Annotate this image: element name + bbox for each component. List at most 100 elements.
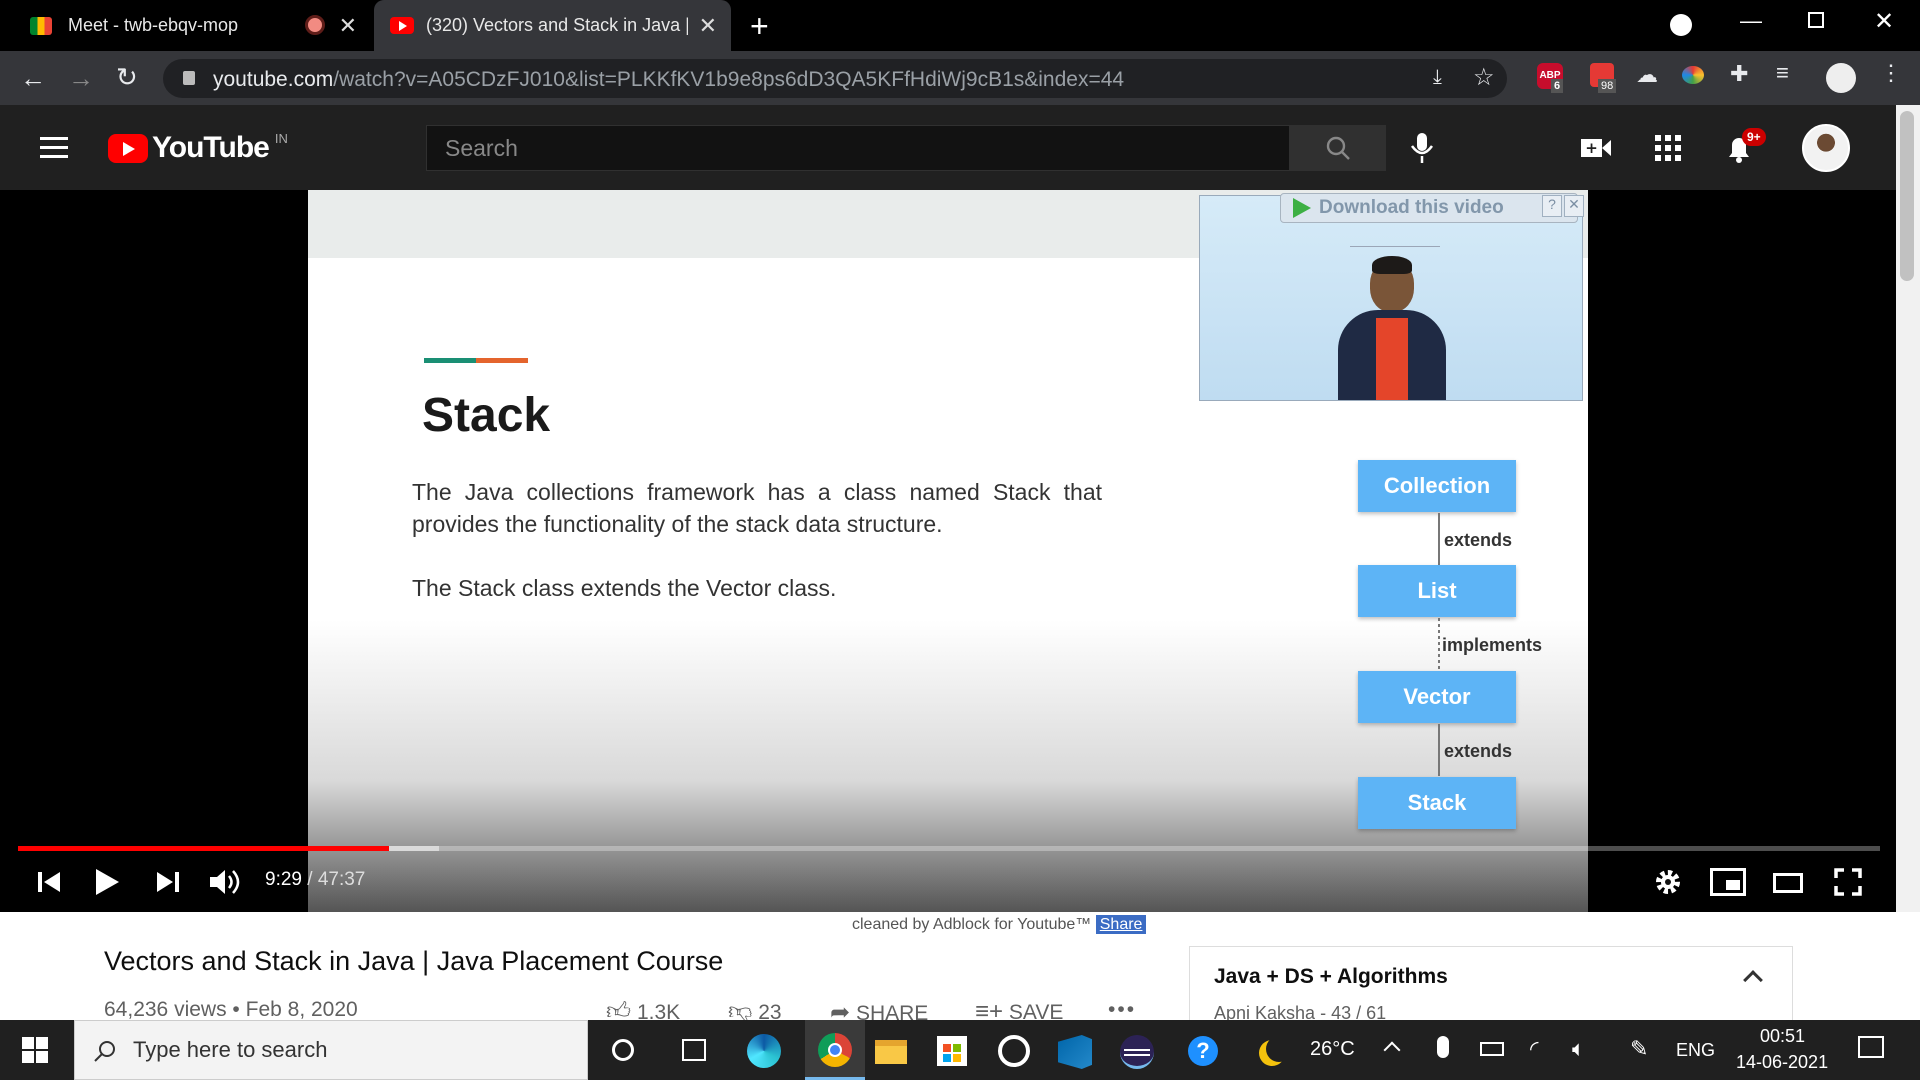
video-title: Vectors and Stack in Java | Java Placeme… (104, 946, 724, 976)
microphone-icon[interactable] (1409, 131, 1435, 165)
forward-icon[interactable]: → (68, 63, 94, 94)
uml-box-list: List (1358, 565, 1516, 617)
video-player[interactable]: Stack The Java collections framework has… (0, 190, 1920, 912)
fullscreen-icon[interactable] (1834, 868, 1862, 896)
share-adblock-button[interactable]: Share (1095, 915, 1147, 934)
notification-center-icon[interactable] (1858, 1036, 1884, 1058)
slide-paragraph-1: The Java collections framework has a cla… (412, 479, 1102, 537)
adblock-plus-icon[interactable]: ABP 6 (1537, 63, 1564, 93)
windows-start-icon[interactable] (22, 1037, 48, 1063)
microsoft-store-icon[interactable] (937, 1036, 967, 1066)
address-bar[interactable]: youtube.com/watch?v=A05CDzFJ010&list=PLK… (163, 59, 1507, 98)
miniplayer-icon[interactable] (1710, 868, 1746, 896)
page-scrollbar[interactable] (1896, 105, 1920, 1020)
search-button[interactable] (1290, 125, 1386, 171)
color-extension-icon[interactable] (1682, 66, 1704, 84)
next-video-icon[interactable] (157, 870, 179, 894)
lock-icon (183, 71, 195, 85)
cortana-icon[interactable] (612, 1039, 634, 1061)
battery-icon[interactable] (1480, 1042, 1504, 1056)
install-app-icon[interactable]: ⤓ (1433, 66, 1442, 89)
clock-date[interactable]: 14-06-2021 (1736, 1052, 1828, 1073)
speaker-icon[interactable]: 🔈︎ (1572, 1036, 1585, 1062)
play-triangle-icon (1293, 198, 1311, 218)
collapse-chevron-icon[interactable] (1743, 970, 1763, 990)
close-window-button[interactable]: ✕ (1874, 7, 1894, 36)
settings-gear-icon[interactable] (1654, 868, 1682, 896)
logo-text: YouTube (152, 131, 270, 164)
tab-youtube[interactable]: (320) Vectors and Stack in Java | J ✕ (374, 0, 731, 51)
notifications-bell-icon[interactable]: 9+ (1724, 128, 1766, 167)
tab-meet[interactable]: Meet - twb-ebqv-mop ✕ (14, 0, 371, 51)
download-help-icon[interactable]: ? (1542, 195, 1562, 217)
windows-taskbar: ? 26°C ◜ 🔈︎ ✎ ENG 00:51 14-06-2021 (0, 1020, 1920, 1080)
task-view-icon[interactable] (682, 1039, 706, 1061)
new-tab-button[interactable]: + (750, 8, 769, 45)
extension-icon[interactable]: 98 (1590, 63, 1617, 93)
youtube-logo[interactable]: YouTube IN (108, 131, 288, 165)
eclipse-icon[interactable] (1120, 1035, 1154, 1069)
browser-toolbar: ← → ↻ youtube.com/watch?v=A05CDzFJ010&li… (0, 51, 1920, 105)
vscode-icon[interactable] (1058, 1035, 1092, 1069)
account-avatar[interactable] (1802, 124, 1850, 172)
reload-icon[interactable]: ↻ (116, 62, 138, 93)
progress-bar[interactable] (18, 846, 1880, 851)
chrome-menu-icon[interactable]: ⋮ (1880, 60, 1902, 86)
uml-box-stack: Stack (1358, 777, 1516, 829)
more-actions-button[interactable]: ••• (1108, 998, 1136, 1022)
view-count-date: 64,236 views • Feb 8, 2020 (104, 998, 358, 1021)
scrollbar-thumb[interactable] (1900, 111, 1914, 281)
play-icon[interactable] (94, 868, 120, 896)
media-control-icon[interactable]: ≡ (1776, 60, 1789, 86)
previous-video-icon[interactable] (38, 870, 60, 894)
search-input[interactable] (427, 126, 1289, 170)
edge-icon[interactable] (747, 1034, 781, 1068)
file-explorer-icon[interactable] (875, 1040, 907, 1064)
taskbar-search-box[interactable] (74, 1020, 588, 1080)
download-close-icon[interactable]: ✕ (1564, 195, 1584, 217)
volume-icon[interactable] (209, 868, 243, 896)
weather-moon-icon[interactable] (1266, 1036, 1292, 1062)
get-help-icon[interactable]: ? (1188, 1036, 1218, 1066)
taskbar-search-input[interactable] (75, 1021, 587, 1079)
tab-title: Meet - twb-ebqv-mop (68, 15, 239, 35)
apps-grid-icon[interactable] (1655, 135, 1681, 161)
hamburger-menu-icon[interactable] (40, 137, 68, 158)
url-text[interactable]: youtube.com/watch?v=A05CDzFJ010&list=PLK… (213, 68, 1124, 92)
notification-count-badge: 9+ (1742, 128, 1766, 146)
video-frame: Stack The Java collections framework has… (308, 190, 1588, 912)
wifi-icon[interactable]: ◜ (1530, 1036, 1539, 1062)
slide-heading: Stack (422, 389, 551, 442)
back-icon[interactable]: ← (20, 63, 46, 94)
microphone-tray-icon[interactable] (1437, 1036, 1449, 1058)
show-hidden-icons-chevron[interactable] (1383, 1041, 1401, 1059)
tab-search-icon[interactable] (1670, 14, 1692, 36)
bookmark-star-icon[interactable]: ☆ (1473, 63, 1495, 92)
cloud-extension-icon[interactable]: ☁ (1636, 62, 1658, 88)
recording-icon (305, 15, 325, 35)
chrome-taskbar-icon[interactable] (805, 1020, 865, 1080)
adblock-note: cleaned by Adblock for Youtube™ Share (852, 915, 1147, 934)
slide-paragraph-2: The Stack class extends the Vector class… (412, 575, 837, 601)
download-video-label[interactable]: Download this video (1319, 197, 1504, 219)
uml-arrow (1438, 513, 1440, 565)
clock-time[interactable]: 00:51 (1760, 1026, 1805, 1047)
uml-relation-label: implements (1442, 635, 1543, 655)
pen-icon[interactable]: ✎ (1630, 1036, 1648, 1062)
restore-button[interactable] (1808, 12, 1824, 28)
create-video-icon[interactable]: + (1580, 136, 1612, 160)
search-box[interactable] (426, 125, 1290, 171)
uml-box-vector: Vector (1358, 671, 1516, 723)
profile-avatar[interactable] (1826, 63, 1856, 93)
extension-badge: 6 (1551, 79, 1564, 93)
minimize-button[interactable]: — (1740, 8, 1762, 34)
temperature[interactable]: 26°C (1310, 1038, 1355, 1061)
app-icon[interactable] (998, 1035, 1030, 1067)
close-tab-icon[interactable]: ✕ (339, 13, 357, 39)
close-tab-icon[interactable]: ✕ (699, 13, 717, 39)
extensions-puzzle-icon[interactable]: ✚ (1730, 61, 1748, 87)
download-video-bar[interactable]: Download this video (1280, 193, 1578, 223)
theater-mode-icon[interactable] (1773, 873, 1803, 893)
language-indicator[interactable]: ENG (1676, 1040, 1715, 1061)
player-gradient-overlay (308, 620, 1588, 912)
